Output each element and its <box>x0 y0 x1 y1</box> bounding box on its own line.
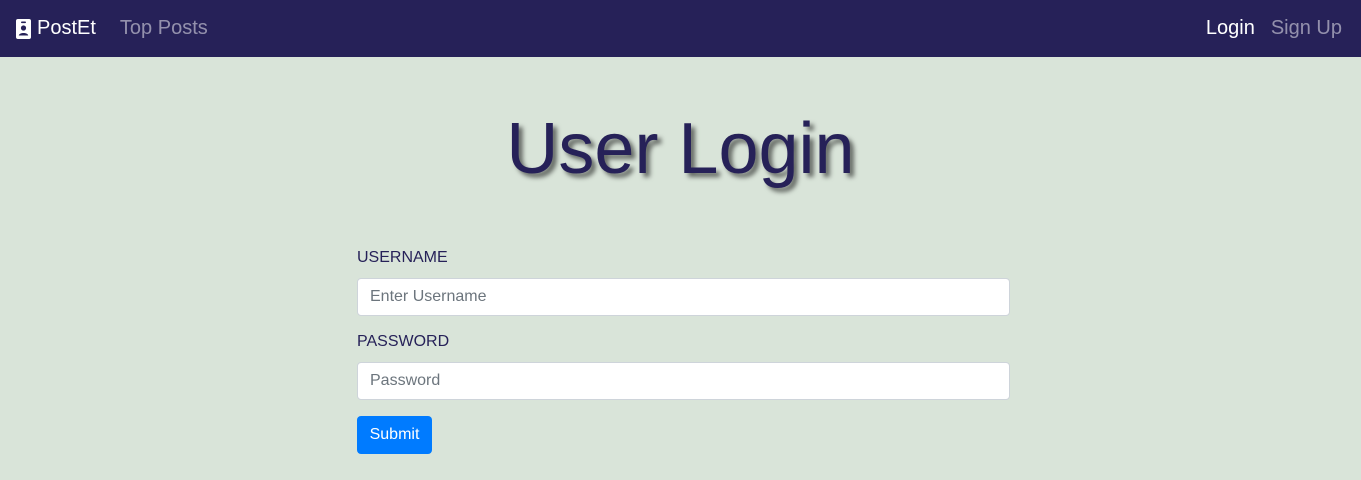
navbar: PostEt Top Posts Login Sign Up <box>0 0 1361 57</box>
username-group: USERNAME <box>357 248 1010 316</box>
nav-login[interactable]: Login <box>1206 17 1255 40</box>
nav-right-group: Login Sign Up <box>1206 17 1345 40</box>
person-badge-icon <box>16 18 31 39</box>
login-form: USERNAME PASSWORD Submit <box>357 248 1010 454</box>
password-input[interactable] <box>357 362 1010 400</box>
username-input[interactable] <box>357 278 1010 316</box>
submit-button[interactable]: Submit <box>357 416 432 454</box>
nav-top-posts[interactable]: Top Posts <box>120 17 208 40</box>
page-title: User Login <box>506 109 855 189</box>
password-group: PASSWORD <box>357 332 1010 400</box>
brand-label: PostEt <box>37 17 96 39</box>
username-label: USERNAME <box>357 249 448 266</box>
password-label: PASSWORD <box>357 333 450 350</box>
nav-signup[interactable]: Sign Up <box>1271 17 1342 40</box>
brand-link[interactable]: PostEt <box>16 17 96 40</box>
